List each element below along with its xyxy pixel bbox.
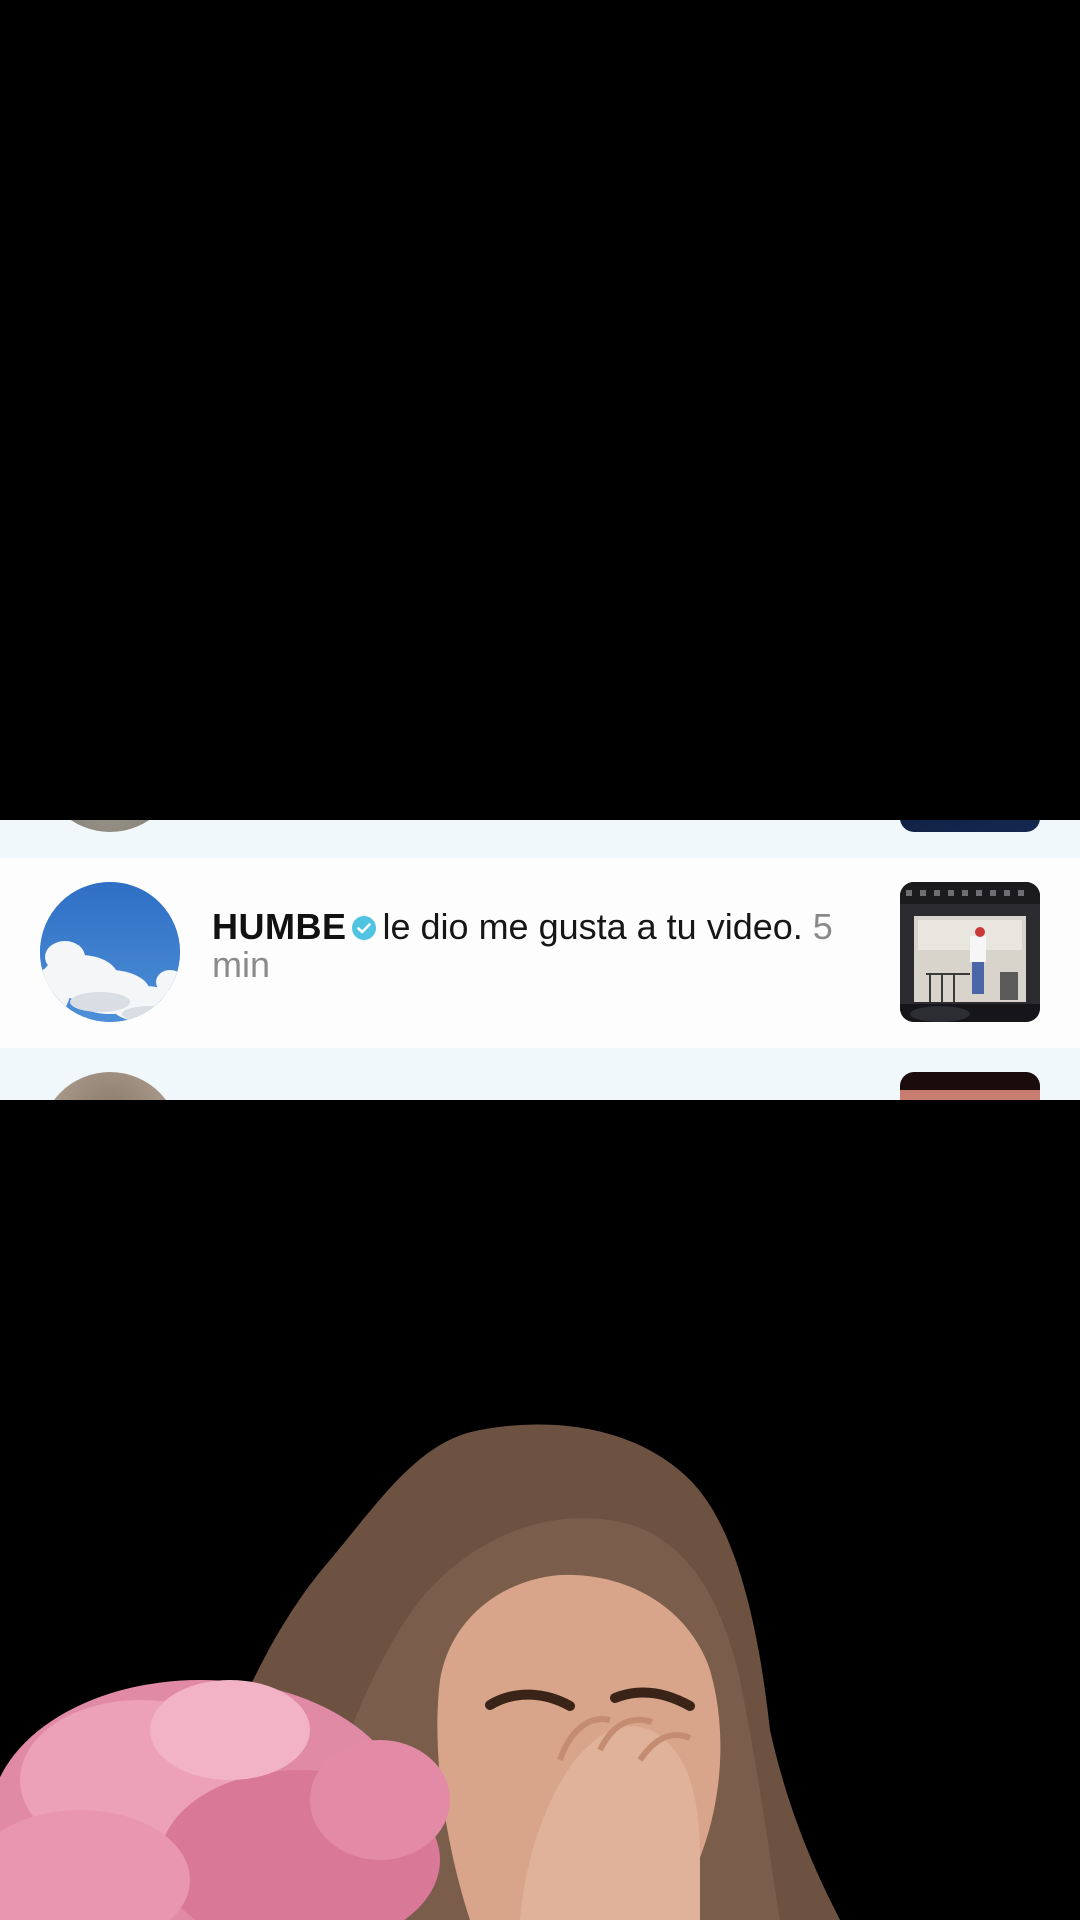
username[interactable]: HUMBE bbox=[212, 906, 347, 947]
previous-avatar[interactable] bbox=[40, 820, 180, 832]
video-thumbnail-image bbox=[900, 882, 1040, 1022]
next-avatar[interactable] bbox=[40, 1072, 180, 1100]
video-thumbnail[interactable] bbox=[900, 882, 1040, 1022]
previous-notification-peek[interactable] bbox=[0, 820, 1080, 858]
notification-message: le dio me gusta a tu video. bbox=[382, 906, 803, 947]
next-notification-peek[interactable] bbox=[0, 1048, 1080, 1100]
avatar[interactable] bbox=[40, 882, 180, 1022]
laughing-person-image bbox=[0, 1424, 840, 1920]
previous-video-thumbnail[interactable] bbox=[900, 820, 1040, 832]
notification-text: HUMBE le dio me gusta a tu video. 5 min bbox=[212, 908, 872, 984]
notification-strip: HUMBE le dio me gusta a tu video. 5 min bbox=[0, 820, 1080, 1100]
verified-badge-icon bbox=[351, 916, 376, 940]
next-video-thumbnail[interactable] bbox=[900, 1072, 1040, 1100]
reaction-image bbox=[0, 1260, 1080, 1920]
avatar-sky-clouds-icon bbox=[40, 882, 180, 1022]
notification-row[interactable]: HUMBE le dio me gusta a tu video. 5 min bbox=[0, 858, 1080, 1048]
screen: HUMBE le dio me gusta a tu video. 5 min bbox=[0, 0, 1080, 1920]
